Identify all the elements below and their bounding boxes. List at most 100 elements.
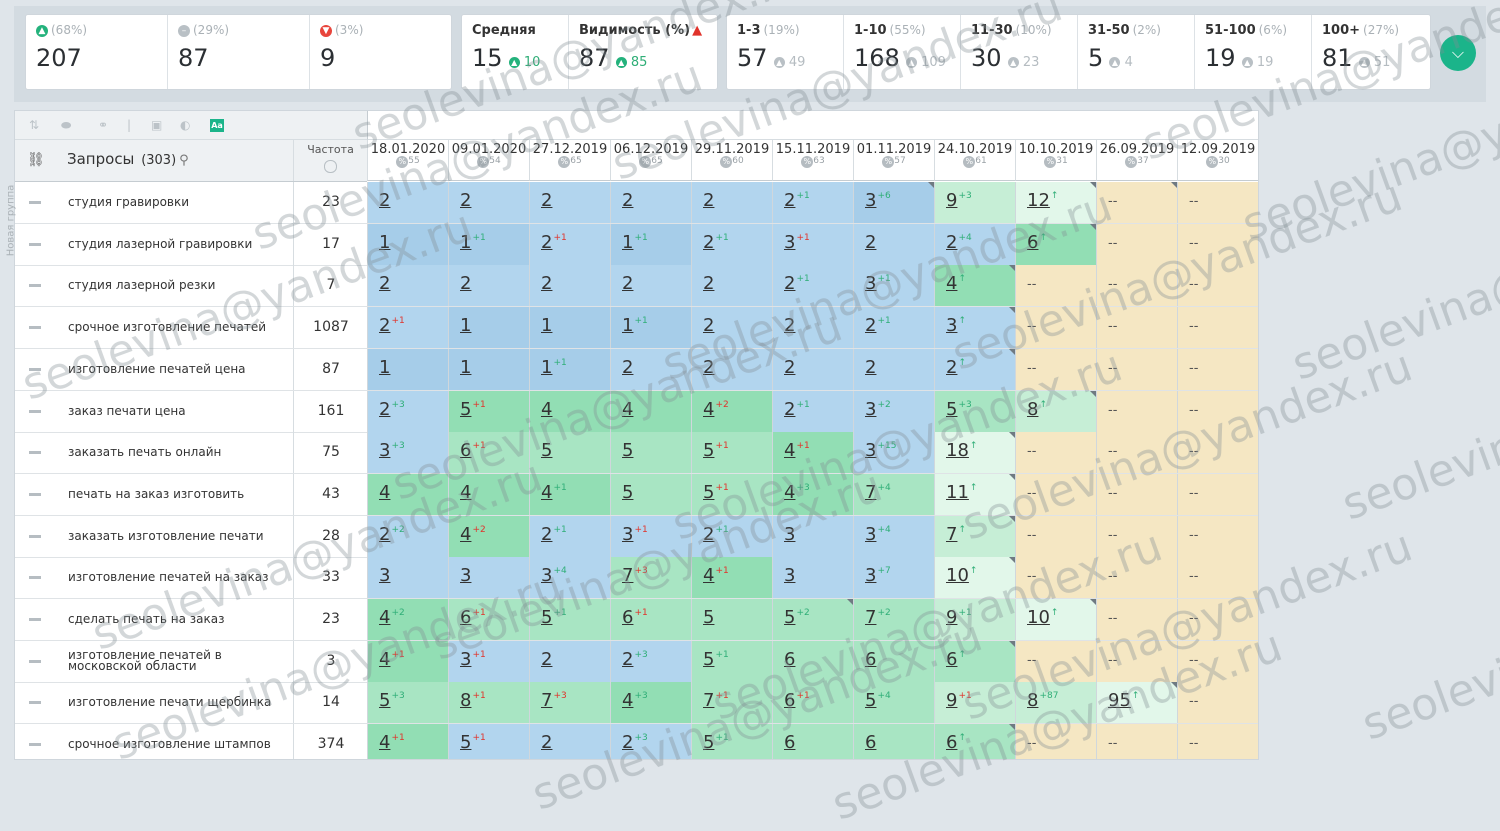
position-cell[interactable]: 3+7 — [853, 557, 934, 599]
position-value[interactable]: 2 — [865, 232, 876, 253]
position-cell[interactable]: 1 — [367, 348, 448, 390]
position-value[interactable]: 3+6 — [865, 190, 891, 211]
position-value[interactable]: 9+3 — [946, 190, 972, 211]
position-value[interactable]: 6 — [784, 732, 795, 753]
position-value[interactable]: 2 — [622, 273, 633, 294]
position-value[interactable]: 2 — [541, 273, 552, 294]
position-cell[interactable]: 1 — [448, 307, 529, 349]
position-cell[interactable]: 2 — [529, 182, 610, 223]
date-column-header[interactable]: 01.11.2019% 57 — [853, 140, 934, 181]
range-stat[interactable]: 31-50 (2%) 5 ▲ 4 — [1078, 15, 1195, 89]
position-value[interactable]: 2 — [865, 357, 876, 378]
position-cell[interactable]: 4+1 — [367, 724, 448, 759]
position-value[interactable]: 3 — [784, 565, 795, 586]
date-column-header[interactable]: 24.10.2019% 61 — [934, 140, 1015, 181]
position-cell[interactable]: 2 — [853, 348, 934, 390]
position-cell[interactable]: -- — [1177, 348, 1258, 390]
position-cell[interactable]: 2 — [448, 265, 529, 307]
position-cell[interactable]: 3+6 — [853, 182, 934, 223]
position-value[interactable]: 1 — [379, 357, 390, 378]
query-text[interactable]: печать на заказ изготовить — [68, 474, 293, 515]
toggle-icon[interactable]: ⬬ — [61, 118, 71, 133]
position-value[interactable]: 3+1 — [622, 524, 648, 545]
position-value[interactable]: 2 — [460, 273, 471, 294]
contrast-icon[interactable]: ◐ — [180, 118, 190, 132]
position-value[interactable]: 2+1 — [541, 524, 567, 545]
position-value[interactable]: 2 — [541, 649, 552, 670]
position-cell[interactable]: 2+1 — [772, 182, 853, 223]
position-value[interactable]: 4+2 — [703, 399, 729, 420]
collapse-minus-icon[interactable] — [29, 409, 41, 413]
collapse-minus-icon[interactable] — [29, 326, 41, 330]
link-icon[interactable]: ⛓ — [27, 152, 45, 168]
position-cell[interactable]: 2+1 — [529, 515, 610, 557]
query-text[interactable]: заказать печать онлайн — [68, 432, 293, 473]
position-value[interactable]: 5+2 — [784, 607, 810, 628]
position-cell[interactable]: 3+1 — [772, 223, 853, 265]
position-value[interactable]: 3+4 — [865, 524, 891, 545]
position-cell[interactable]: 2 — [691, 182, 772, 223]
collapse-minus-icon[interactable] — [29, 659, 41, 663]
font-toggle-icon[interactable]: Aa — [210, 119, 224, 132]
position-value[interactable]: 1 — [460, 357, 471, 378]
date-column-header[interactable]: 15.11.2019% 63 — [772, 140, 853, 181]
position-value[interactable]: 2 — [541, 190, 552, 211]
collapse-minus-icon[interactable] — [29, 618, 41, 621]
query-text[interactable]: заказ печати цена — [68, 391, 293, 432]
position-value[interactable]: 4+1 — [379, 732, 405, 753]
position-value[interactable]: 2+1 — [784, 190, 810, 211]
position-value[interactable]: 6+1 — [622, 607, 648, 628]
position-cell[interactable]: 5 — [691, 599, 772, 640]
position-value[interactable]: 2+1 — [703, 232, 729, 253]
position-cell[interactable]: 1 — [529, 307, 610, 349]
position-value[interactable]: 5+1 — [703, 649, 729, 670]
collapse-minus-icon[interactable] — [29, 576, 41, 580]
position-cell[interactable]: 5+3 — [367, 682, 448, 724]
position-value[interactable]: 2 — [622, 190, 633, 211]
position-value[interactable]: 3+1 — [784, 232, 810, 253]
position-cell[interactable]: -- — [1177, 473, 1258, 515]
link-icon[interactable]: ⚭ — [98, 118, 108, 132]
position-value[interactable]: 1 — [460, 315, 471, 336]
position-value[interactable]: 5+1 — [460, 399, 486, 420]
position-cell[interactable]: 2 — [529, 265, 610, 307]
position-value[interactable]: 1 — [541, 315, 552, 336]
position-value[interactable]: 2+1 — [784, 399, 810, 420]
position-value[interactable]: 6 — [865, 732, 876, 753]
collapse-minus-icon[interactable] — [29, 534, 41, 538]
position-value[interactable]: 1+1 — [622, 232, 648, 253]
position-cell[interactable]: 2+1 — [772, 390, 853, 432]
position-value[interactable]: 5 — [622, 482, 633, 503]
position-cell[interactable]: 1+1 — [529, 348, 610, 390]
position-value[interactable]: 7+3 — [541, 690, 567, 711]
position-cell[interactable]: 3 — [367, 557, 448, 599]
position-value[interactable]: 2 — [703, 190, 714, 211]
position-value[interactable]: 2+3 — [622, 649, 648, 670]
position-value[interactable]: 2+1 — [541, 232, 567, 253]
position-value[interactable]: 3+2 — [865, 399, 891, 420]
queries-header[interactable]: Запросы (303) ⚲ — [67, 150, 189, 168]
position-value[interactable]: 10↑ — [946, 565, 977, 586]
position-value[interactable]: 7↑ — [946, 524, 966, 545]
sort-icon[interactable]: ⇅ — [29, 118, 39, 132]
position-value[interactable]: 4 — [379, 482, 390, 503]
position-cell[interactable]: 7+3 — [529, 682, 610, 724]
position-value[interactable]: 5+1 — [703, 440, 729, 461]
search-icon[interactable]: ⚲ — [179, 153, 189, 168]
position-value[interactable]: 1+1 — [622, 315, 648, 336]
position-cell[interactable]: 5+1 — [448, 724, 529, 759]
position-value[interactable]: 5 — [622, 440, 633, 461]
collapse-minus-icon[interactable] — [29, 492, 41, 496]
position-cell[interactable]: 1+1 — [610, 223, 691, 265]
position-value[interactable]: 5 — [703, 607, 714, 628]
collapse-minus-icon[interactable] — [29, 201, 41, 204]
position-value[interactable]: 3 — [379, 565, 390, 586]
collapse-minus-icon[interactable] — [29, 242, 41, 246]
position-value[interactable]: 2 — [703, 273, 714, 294]
position-cell[interactable]: 2+1 — [529, 223, 610, 265]
position-value[interactable]: 5+1 — [460, 732, 486, 753]
position-cell[interactable]: -- — [1177, 724, 1258, 759]
position-cell[interactable]: 2 — [691, 265, 772, 307]
position-cell[interactable]: 8+1 — [448, 682, 529, 724]
position-value[interactable]: 2 — [541, 732, 552, 753]
